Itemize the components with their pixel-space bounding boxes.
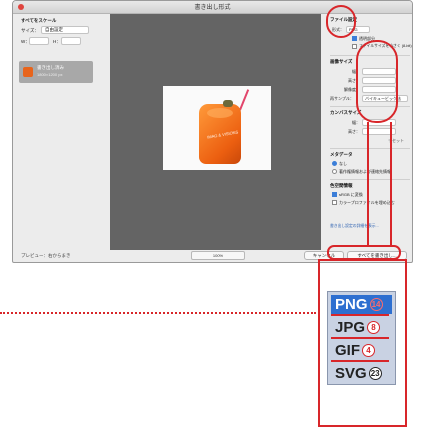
transparency-checkbox[interactable]: [352, 36, 357, 41]
preview-image: IMAG & VISIONS: [163, 86, 271, 170]
left-panel: すべてをスケール サイズ： 自由設定 W： H： 書き出し済み 1800×120…: [15, 14, 93, 242]
meta-none-radio[interactable]: [332, 161, 337, 166]
export-settings-link[interactable]: 書き出し設定の詳細を表示...: [330, 224, 379, 229]
dotted-pointer: [0, 312, 316, 314]
export-dialog: 書き出し形式 すべてをスケール サイズ： 自由設定 W： H： 書き出し済み 1…: [12, 0, 413, 263]
asset-list-item[interactable]: 書き出し済み 1800×1200 px: [19, 61, 93, 83]
format-highlight-circle: [326, 5, 356, 38]
option-label: PNG: [335, 296, 368, 313]
format-option-jpg[interactable]: JPG 8: [331, 318, 392, 337]
divider: [330, 179, 410, 180]
srgb-checkbox[interactable]: [332, 192, 337, 197]
option-badge: 14: [369, 298, 383, 311]
annotation-underline: [331, 314, 389, 316]
option-badge: 8: [367, 321, 381, 334]
export-button-highlight: [327, 245, 401, 260]
zoom-control[interactable]: 100%: [191, 251, 245, 260]
asset-thumbnail: [23, 67, 33, 77]
srgb-label: sRGB に変換: [339, 192, 363, 197]
scale-width-field[interactable]: [29, 37, 49, 45]
format-option-gif[interactable]: GIF 4: [331, 341, 392, 360]
meta-none-label: なし: [339, 161, 347, 166]
preview-status: プレビュー：右からまき: [21, 253, 71, 258]
option-badge: 4: [362, 344, 375, 357]
metadata-title: メタデータ: [330, 152, 353, 157]
image-size-highlight: [356, 40, 398, 123]
canvas-height-label: 高さ：: [348, 129, 360, 134]
color-space-title: 色空間情報: [330, 183, 353, 188]
embed-profile-checkbox[interactable]: [332, 200, 337, 205]
format-dropdown-menu: PNG 14 JPG 8 GIF 4 SVG 23: [327, 291, 396, 385]
format-option-svg[interactable]: SVG 23: [331, 364, 392, 383]
connector-line: [367, 122, 369, 246]
scale-height-field[interactable]: [61, 37, 81, 45]
annotation-underline: [331, 337, 389, 339]
meta-copyright-radio[interactable]: [332, 169, 337, 174]
size-select[interactable]: 自由設定: [41, 26, 89, 34]
connector-line: [390, 122, 392, 246]
format-option-png[interactable]: PNG 14: [331, 295, 392, 314]
asset-dimensions: 1800×1200 px: [37, 72, 63, 77]
canvas-width-label: 幅：: [352, 120, 360, 125]
meta-copyright-label: 著作権情報および連絡先情報: [339, 169, 391, 174]
small-file-checkbox[interactable]: [352, 44, 357, 49]
height-prefix: H：: [53, 39, 61, 44]
preview-canvas[interactable]: IMAG & VISIONS: [110, 14, 321, 250]
orange-stem: [223, 100, 233, 107]
option-label: SVG: [335, 365, 367, 382]
resample-label: 再サンプル：: [330, 96, 354, 101]
divider: [330, 148, 410, 149]
cube-highlight: [207, 108, 233, 118]
image-size-title: 画像サイズ: [330, 59, 353, 64]
option-label: GIF: [335, 342, 360, 359]
straw: [239, 89, 250, 111]
option-badge: 23: [368, 367, 382, 380]
size-label: サイズ：: [21, 28, 39, 33]
asset-label: 書き出し済み: [37, 65, 64, 70]
option-label: JPG: [335, 319, 366, 336]
scale-all-title: すべてをスケール: [21, 18, 57, 23]
annotation-underline: [331, 360, 389, 362]
